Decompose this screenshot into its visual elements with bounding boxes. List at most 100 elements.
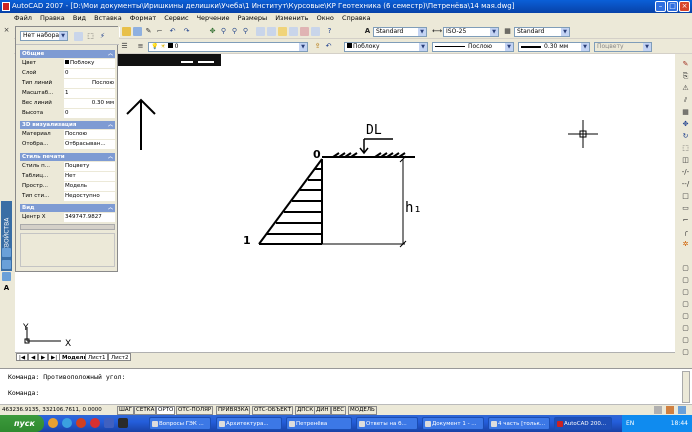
- tab-prev-icon[interactable]: ◀: [28, 353, 39, 361]
- selection-select[interactable]: Нет набора ▼: [20, 31, 68, 41]
- tab-sheet1[interactable]: Лист1: [85, 353, 109, 361]
- grid-button[interactable]: СЕТКА: [134, 406, 157, 415]
- start-button[interactable]: пуск: [0, 415, 44, 432]
- prop-row-plot-table[interactable]: Таблиц... Нет: [20, 172, 115, 181]
- zoom-window-icon[interactable]: ⚲: [230, 27, 239, 36]
- tab-first-icon[interactable]: |◀: [16, 353, 29, 361]
- palette-icon-7[interactable]: ▢: [681, 336, 690, 345]
- prop-row-plot-space[interactable]: Простр... Модель: [20, 182, 115, 191]
- design-center-icon[interactable]: [267, 27, 276, 36]
- tool-palettes-icon[interactable]: [278, 27, 287, 36]
- sheet-set-icon[interactable]: [289, 27, 298, 36]
- task-item-7[interactable]: AutoCAD 200...: [554, 417, 612, 430]
- select-objects-icon[interactable]: ⬚: [86, 32, 95, 41]
- quicklaunch-icon-6[interactable]: [118, 418, 128, 428]
- prop-row-lineweight[interactable]: Вес линий 0.30 мм: [20, 99, 115, 108]
- palette-icon-1[interactable]: ▢: [681, 264, 690, 273]
- save-icon[interactable]: [133, 27, 142, 36]
- autocad-app-icon[interactable]: [2, 2, 10, 11]
- section-general[interactable]: Общие ︿: [20, 50, 115, 58]
- help-icon[interactable]: ?: [325, 27, 334, 36]
- prop-row-shadow[interactable]: Отобра... Отбрасыван...: [20, 140, 115, 149]
- prop-row-plot-style[interactable]: Стиль п... Поцвету: [20, 162, 115, 171]
- prop-row-center-x[interactable]: Центр X 349747.9827: [20, 213, 115, 222]
- task-item-6[interactable]: 4 часть [тольк...: [488, 417, 550, 430]
- move-icon[interactable]: ✥: [681, 120, 690, 129]
- menu-tools[interactable]: Сервис: [164, 14, 188, 22]
- layer-select[interactable]: 💡 ☀ 0 ▼: [148, 42, 308, 52]
- tab-next-icon[interactable]: ▶: [38, 353, 49, 361]
- menu-modify[interactable]: Изменить: [275, 14, 308, 22]
- palette-scrollbar[interactable]: [20, 224, 115, 230]
- tab-sheet2[interactable]: Лист2: [108, 353, 132, 361]
- erase-icon[interactable]: ✎: [681, 60, 690, 69]
- palette-icon-5[interactable]: ▢: [681, 312, 690, 321]
- command-prompt[interactable]: Команда:: [8, 389, 39, 397]
- table-style-select[interactable]: Standard ▼: [514, 27, 570, 37]
- table-style-icon[interactable]: ▦: [503, 27, 512, 36]
- polar-button[interactable]: ОТС-ПОЛЯР: [176, 406, 214, 415]
- palette-icon-8[interactable]: ▢: [681, 348, 690, 357]
- close-palette-icon[interactable]: ×: [2, 26, 11, 35]
- extend-icon[interactable]: --/: [681, 180, 690, 189]
- brush-icon[interactable]: ⌐: [155, 27, 164, 36]
- prop-row-color[interactable]: Цвет Поблоку: [20, 59, 115, 68]
- copy-icon[interactable]: ⎘: [681, 72, 690, 81]
- offset-icon[interactable]: ⫽: [681, 96, 690, 105]
- prop-row-linetype[interactable]: Тип линий Послою: [20, 79, 115, 88]
- section-plot-style[interactable]: Стиль печати ︿: [20, 153, 115, 161]
- stretch-icon[interactable]: ◫: [681, 156, 690, 165]
- palette-icon-4[interactable]: ▢: [681, 300, 690, 309]
- lineweight-select[interactable]: 0.30 мм ▼: [518, 42, 590, 52]
- open-icon[interactable]: [122, 27, 131, 36]
- clean-screen-icon[interactable]: [678, 406, 686, 414]
- otrack-button[interactable]: ОТС-ОБЪЕКТ: [252, 406, 293, 415]
- task-item-1[interactable]: Вопросы ГЭК ...: [149, 417, 211, 430]
- color-select[interactable]: Поблоку ▼: [344, 42, 428, 52]
- task-item-4[interactable]: Ответы на б...: [356, 417, 418, 430]
- quicklaunch-icon-1[interactable]: [48, 418, 58, 428]
- quicklaunch-icon-4[interactable]: [90, 418, 100, 428]
- lwt-button[interactable]: ВЕС: [331, 406, 347, 415]
- redo-icon[interactable]: ↷: [182, 27, 191, 36]
- section-view[interactable]: Вид ︿: [20, 204, 115, 212]
- minimize-button[interactable]: –: [655, 1, 666, 12]
- quick-select-icon[interactable]: ⚡: [98, 32, 107, 41]
- prop-row-linetype-scale[interactable]: Масштаб... 1: [20, 89, 115, 98]
- linetype-select[interactable]: Послою ▼: [432, 42, 514, 52]
- palette-icon-2[interactable]: ▢: [681, 276, 690, 285]
- quicklaunch-icon-2[interactable]: [62, 418, 72, 428]
- osnap-button[interactable]: ПРИВЯЗКА: [216, 406, 251, 415]
- toggle-pickadd-icon[interactable]: [74, 32, 83, 41]
- layer-manager-icon[interactable]: ☰: [120, 42, 129, 51]
- array-icon[interactable]: ▦: [681, 108, 690, 117]
- coordinates-readout[interactable]: 463236.9135, 332106.7611, 0.0000: [2, 405, 102, 415]
- chamfer-icon[interactable]: ⌐: [681, 216, 690, 225]
- table-tool-icon[interactable]: [2, 272, 11, 281]
- maximize-button[interactable]: □: [667, 1, 678, 12]
- scale-icon[interactable]: ⬚: [681, 144, 690, 153]
- markup-icon[interactable]: [300, 27, 309, 36]
- menu-view[interactable]: Вид: [73, 14, 86, 22]
- plot-style-select[interactable]: Поцвету ▼: [594, 42, 652, 52]
- task-item-2[interactable]: Архитектура...: [216, 417, 282, 430]
- menu-help[interactable]: Справка: [342, 14, 371, 22]
- snap-button[interactable]: ШАГ: [117, 406, 134, 415]
- zoom-realtime-icon[interactable]: ⚲: [219, 27, 228, 36]
- menu-file[interactable]: Файл: [14, 14, 32, 22]
- dyn-button[interactable]: ДИН: [314, 406, 331, 415]
- block-tool-icon[interactable]: [2, 260, 11, 269]
- model-button[interactable]: МОДЕЛЬ: [348, 406, 377, 415]
- palette-icon-6[interactable]: ▢: [681, 324, 690, 333]
- task-item-5[interactable]: Документ 1 - ...: [422, 417, 484, 430]
- prop-row-material[interactable]: Материал Послою: [20, 130, 115, 139]
- prop-row-layer[interactable]: Слой 0: [20, 69, 115, 78]
- text-style-select[interactable]: Standard ▼: [373, 27, 427, 37]
- palette-icon-3[interactable]: ▢: [681, 288, 690, 297]
- dim-style-icon[interactable]: ⟷: [432, 27, 442, 36]
- dim-style-select[interactable]: ISO-25 ▼: [443, 27, 499, 37]
- task-item-3[interactable]: Петренёва: [286, 417, 352, 430]
- trim-icon[interactable]: -/-: [681, 168, 690, 177]
- ducs-button[interactable]: ДПСК: [295, 406, 316, 415]
- menu-window[interactable]: Окно: [317, 14, 334, 22]
